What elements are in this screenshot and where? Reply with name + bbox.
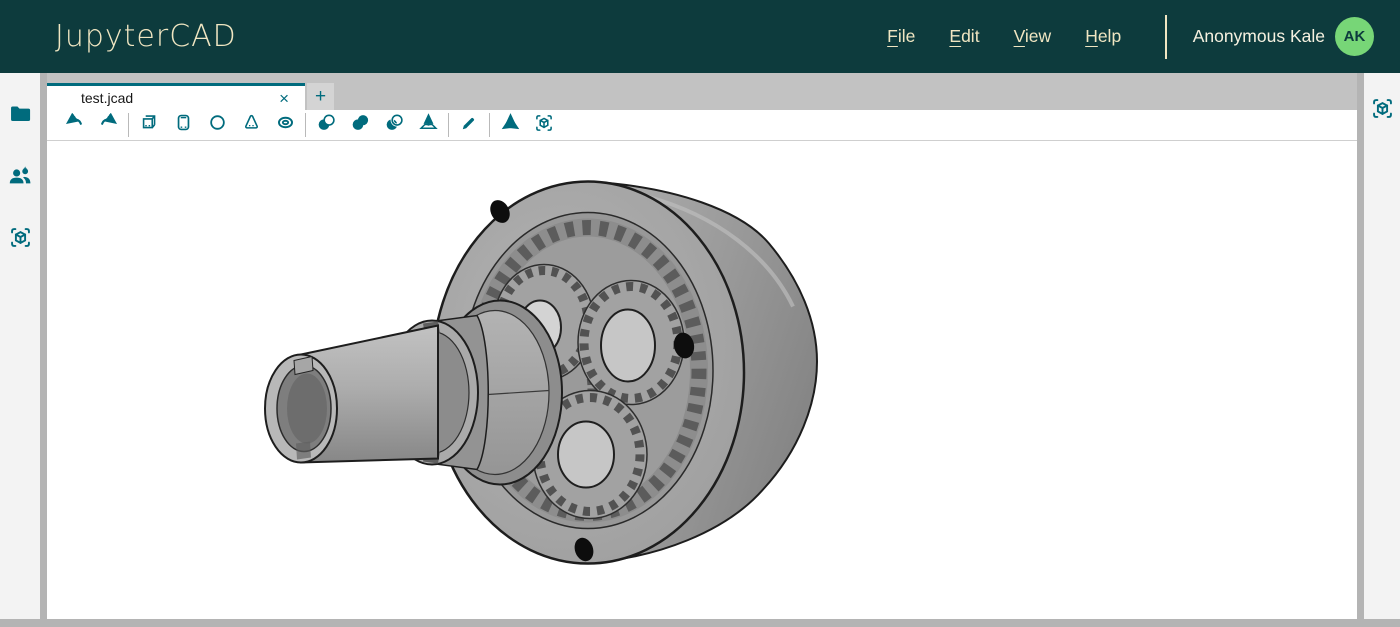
intersection-button[interactable] [377, 111, 411, 139]
new-sphere-button[interactable] [200, 111, 234, 139]
sidebar-item-file-browser[interactable] [0, 85, 40, 147]
boolean-cut-icon [317, 113, 336, 137]
right-panel-3d-annotations[interactable] [1364, 91, 1400, 131]
sidebar-item-3d-annotations[interactable] [0, 209, 40, 271]
pencil-icon [460, 114, 478, 137]
cylinder-icon [174, 113, 193, 137]
extrusion-button[interactable] [411, 111, 445, 139]
toolbar-separator [448, 113, 449, 137]
annotated-cube-icon [9, 226, 32, 254]
extrusion-icon [419, 113, 438, 137]
sidebar-item-collaborators[interactable] [0, 147, 40, 209]
viewport-3d[interactable] [47, 141, 1357, 619]
new-torus-button[interactable] [268, 111, 302, 139]
app-header: JupyterCAD File Edit View Help Anonymous… [0, 0, 1400, 73]
axes-helper-button[interactable] [493, 111, 527, 139]
toolbar-separator [489, 113, 490, 137]
menu-file[interactable]: File [887, 26, 915, 47]
box-icon [140, 113, 159, 137]
annotated-cube-icon [534, 113, 554, 138]
avatar[interactable]: AK [1335, 17, 1374, 56]
cut-button[interactable] [309, 111, 343, 139]
right-sidebar [1364, 73, 1400, 619]
boolean-union-icon [351, 113, 370, 137]
app-logo: JupyterCAD [55, 19, 237, 54]
left-sidebar [0, 73, 40, 619]
users-icon [8, 165, 33, 192]
torus-icon [276, 113, 295, 137]
cad-toolbar [47, 110, 1357, 141]
menu-view[interactable]: View [1014, 26, 1052, 47]
annotated-cube-icon [1371, 97, 1394, 125]
header-divider [1165, 15, 1167, 59]
redo-button[interactable] [91, 111, 125, 139]
axes-icon [501, 113, 520, 137]
toolbar-separator [305, 113, 306, 137]
cone-icon [242, 113, 261, 137]
new-sketch-button[interactable] [452, 111, 486, 139]
user-name: Anonymous Kale [1193, 26, 1325, 47]
union-button[interactable] [343, 111, 377, 139]
tab-close-icon[interactable]: × [275, 90, 293, 107]
new-tab-button[interactable]: + [307, 83, 334, 110]
redo-icon [99, 113, 118, 137]
planetary-gearbox-model [47, 141, 1357, 619]
undo-icon [65, 113, 84, 137]
bottom-strip [0, 619, 1400, 627]
folder-icon [9, 102, 32, 130]
toolbar-separator [128, 113, 129, 137]
new-box-button[interactable] [132, 111, 166, 139]
tab-bar: test.jcad × + [47, 73, 1357, 110]
undo-button[interactable] [57, 111, 91, 139]
menu-bar: File Edit View Help [887, 26, 1121, 47]
menu-help[interactable]: Help [1085, 26, 1121, 47]
sphere-icon [208, 113, 227, 137]
new-cone-button[interactable] [234, 111, 268, 139]
tab-test-jcad[interactable]: test.jcad × [47, 83, 305, 110]
right-gutter [1357, 73, 1364, 619]
new-cylinder-button[interactable] [166, 111, 200, 139]
boolean-intersection-icon [385, 113, 404, 137]
left-gutter [40, 73, 47, 619]
menu-edit[interactable]: Edit [949, 26, 979, 47]
exploded-view-button[interactable] [527, 111, 561, 139]
tab-label: test.jcad [81, 90, 133, 106]
